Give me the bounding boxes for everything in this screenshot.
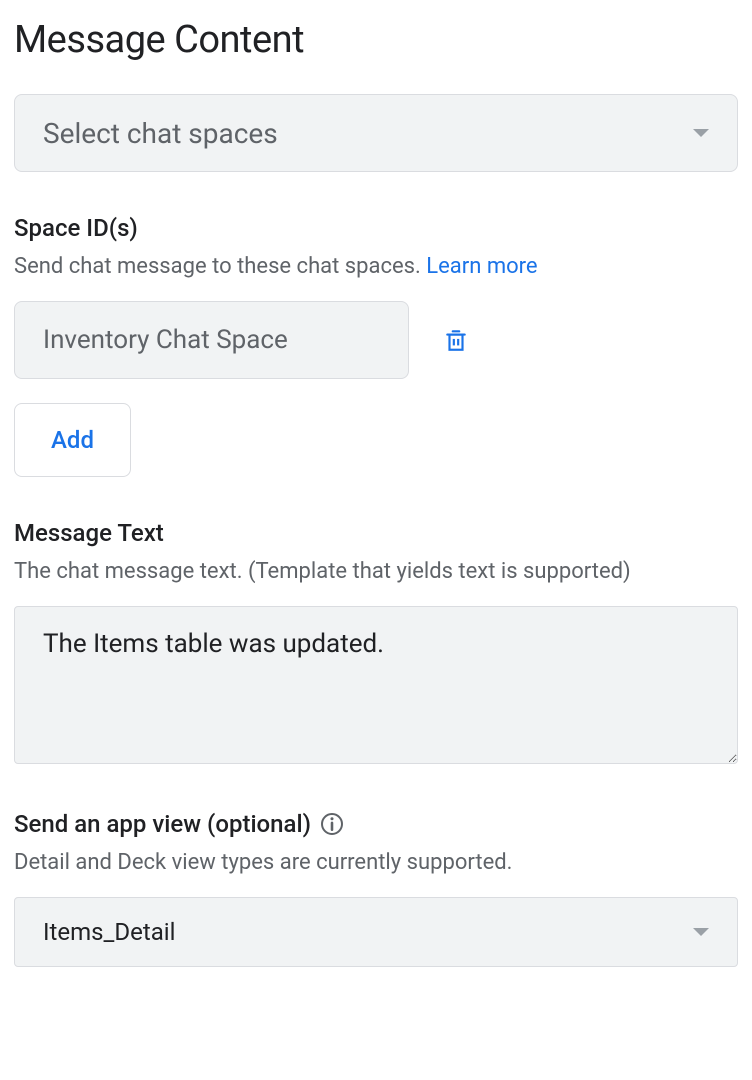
select-chat-spaces-dropdown[interactable]: Select chat spaces: [14, 94, 738, 172]
delete-space-button[interactable]: [437, 320, 475, 360]
message-text-label: Message Text: [14, 519, 738, 547]
space-ids-description: Send chat message to these chat spaces. …: [14, 250, 738, 283]
message-text-description: The chat message text. (Template that yi…: [14, 555, 738, 588]
trash-icon: [443, 326, 469, 354]
info-icon[interactable]: [321, 813, 343, 835]
app-view-description: Detail and Deck view types are currently…: [14, 846, 738, 879]
page-title: Message Content: [14, 18, 738, 62]
app-view-label: Send an app view (optional): [14, 810, 311, 838]
space-ids-description-text: Send chat message to these chat spaces.: [14, 254, 426, 279]
chevron-down-icon: [693, 928, 709, 936]
app-view-dropdown[interactable]: Items_Detail: [14, 897, 738, 967]
message-text-textarea[interactable]: [14, 606, 738, 764]
space-id-input[interactable]: [14, 301, 409, 379]
add-button[interactable]: Add: [14, 403, 131, 477]
chevron-down-icon: [693, 129, 709, 137]
select-chat-spaces-placeholder: Select chat spaces: [43, 117, 278, 150]
space-ids-label: Space ID(s): [14, 214, 738, 242]
app-view-selected: Items_Detail: [43, 918, 175, 946]
learn-more-link[interactable]: Learn more: [426, 254, 537, 279]
